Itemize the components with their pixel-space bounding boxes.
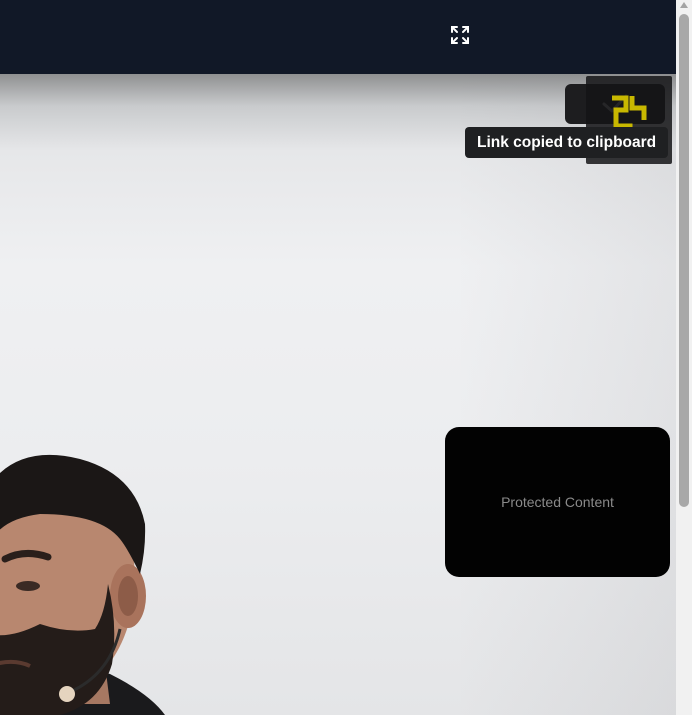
video-player[interactable] (0, 74, 676, 715)
scroll-up-arrow-icon[interactable] (680, 2, 688, 8)
protected-content-panel: Protected Content (445, 427, 670, 577)
top-bar (0, 0, 676, 74)
protected-content-label: Protected Content (501, 494, 614, 510)
presenter-image (0, 454, 165, 715)
vertical-scrollbar[interactable] (676, 0, 692, 715)
expand-icon[interactable] (449, 24, 471, 46)
video-shading (456, 74, 676, 715)
link-copied-toast: Link copied to clipboard (465, 127, 669, 158)
scroll-thumb[interactable] (679, 14, 689, 507)
